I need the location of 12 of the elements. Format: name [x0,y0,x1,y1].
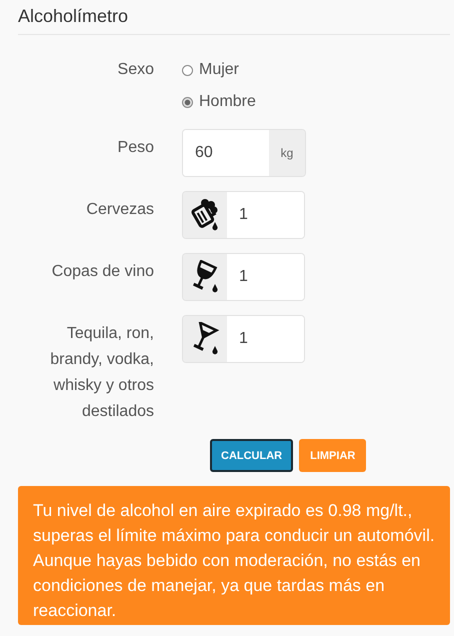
field-label: Cervezas [85,200,155,220]
field-label: Sexo [116,60,155,80]
field-label: Copas de vino [50,262,155,282]
radio-option[interactable]: Hombre [182,89,256,115]
result-alert: Tu nivel de alcohol en aire expirado es 0.98 mg/lt., superas el límite máximo para conducir un automóvil. Aunque hayas bebido con moderación, no estás en condiciones de manejar, ya que tardas más en reaccionar. [18,486,450,625]
radio-button[interactable] [182,64,193,76]
calculate-button[interactable]: CALCULAR [210,439,294,472]
field-label: Peso [116,138,155,158]
field-label: Tequila, ron, brandy, vodka, whisky y otros destilados [49,324,155,422]
page-title: Alcoholímetro [18,4,450,35]
radio-option[interactable]: Mujer [182,57,256,83]
radio-button[interactable] [182,96,193,108]
